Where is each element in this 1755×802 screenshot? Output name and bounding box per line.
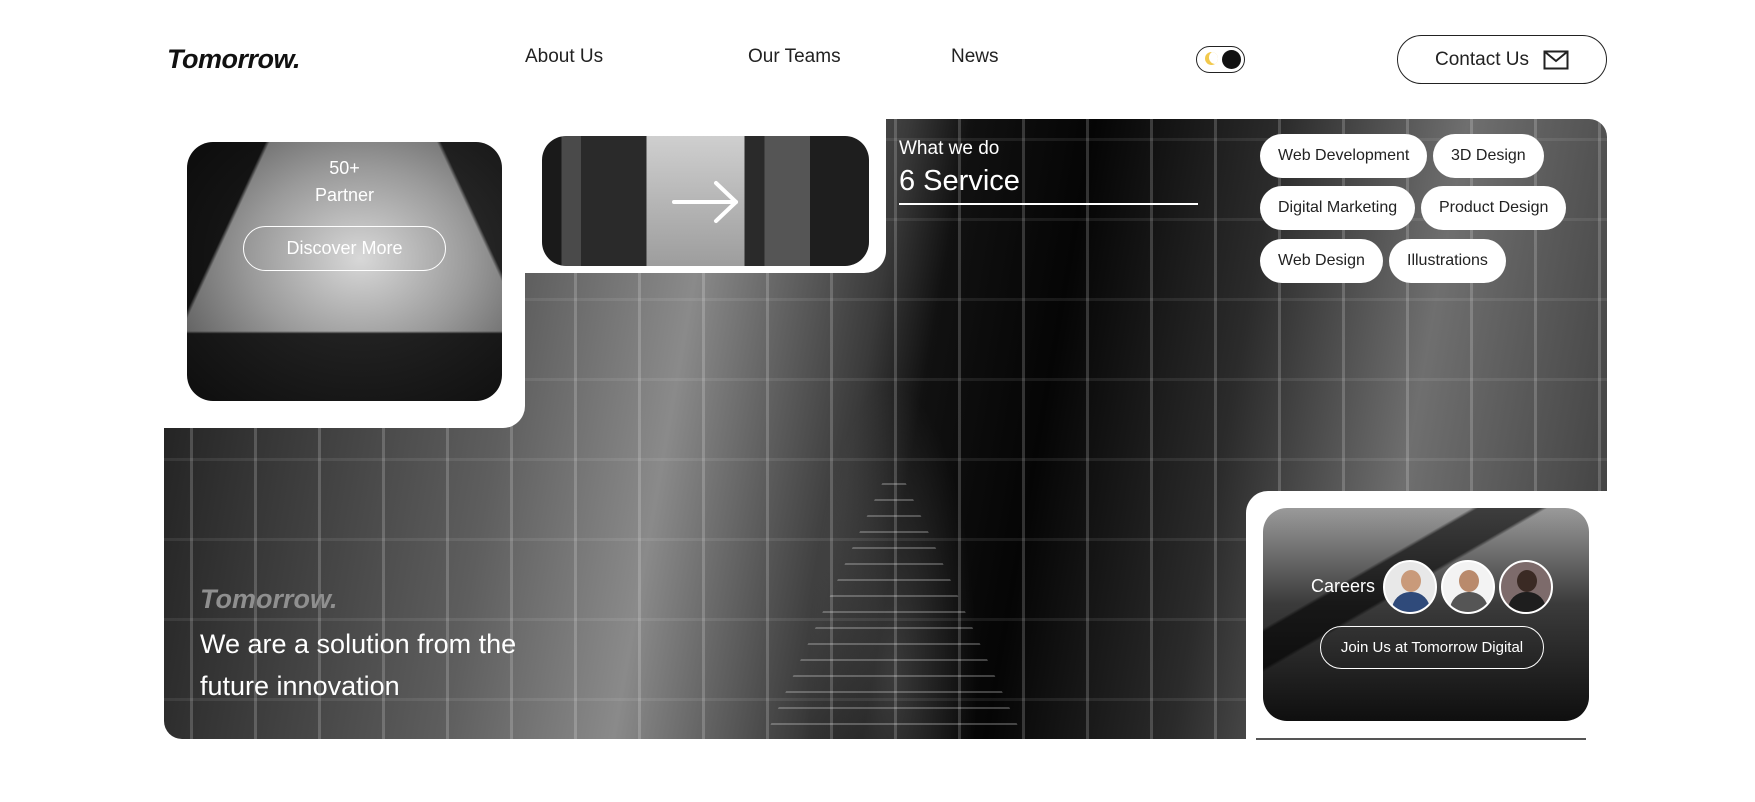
tagline-brand: Tomorrow. (200, 584, 338, 614)
tag-product-design[interactable]: Product Design (1421, 186, 1567, 230)
walkway-decoration (764, 469, 1024, 739)
tag-digital-marketing[interactable]: Digital Marketing (1260, 186, 1416, 230)
careers-card: Careers Join Us at Tomorrow Digital (1263, 508, 1589, 721)
partner-count: 50+ (329, 158, 360, 178)
nav-news[interactable]: News (951, 46, 999, 68)
hero-section: 50+ Partner Discover More What we do 6 S… (164, 119, 1607, 740)
careers-label: Careers (1311, 576, 1376, 596)
avatar (1499, 560, 1553, 614)
arrow-right-icon (672, 181, 738, 223)
bottom-strip (1256, 738, 1586, 740)
discover-more-button[interactable]: Discover More (243, 226, 446, 271)
tag-web-development[interactable]: Web Development (1260, 134, 1428, 178)
nav-about-us[interactable]: About Us (525, 46, 603, 68)
service-underline (899, 203, 1198, 205)
contact-us-label: Contact Us (1435, 48, 1529, 70)
avatar (1441, 560, 1495, 614)
mail-icon (1543, 50, 1569, 69)
toggle-knob (1222, 50, 1241, 69)
partner-label: Partner (314, 185, 375, 205)
partner-card: 50+ Partner Discover More (187, 142, 502, 401)
nav-our-teams[interactable]: Our Teams (748, 46, 841, 68)
tag-3d-design[interactable]: 3D Design (1433, 134, 1544, 178)
tag-web-design[interactable]: Web Design (1260, 239, 1383, 283)
brand-logo[interactable]: Tomorrow. (167, 44, 301, 75)
arrow-card[interactable] (542, 136, 869, 266)
avatar (1383, 560, 1437, 614)
tagline-text: We are a solution from the future innova… (200, 629, 517, 701)
services-title: What we do (899, 138, 1000, 159)
join-us-button[interactable]: Join Us at Tomorrow Digital (1320, 626, 1544, 669)
service-count: 6 Service (899, 165, 1020, 197)
tag-illustrations[interactable]: Illustrations (1389, 239, 1506, 283)
theme-toggle[interactable] (1196, 46, 1245, 73)
contact-us-button[interactable]: Contact Us (1397, 35, 1607, 84)
moon-icon (1205, 52, 1218, 65)
